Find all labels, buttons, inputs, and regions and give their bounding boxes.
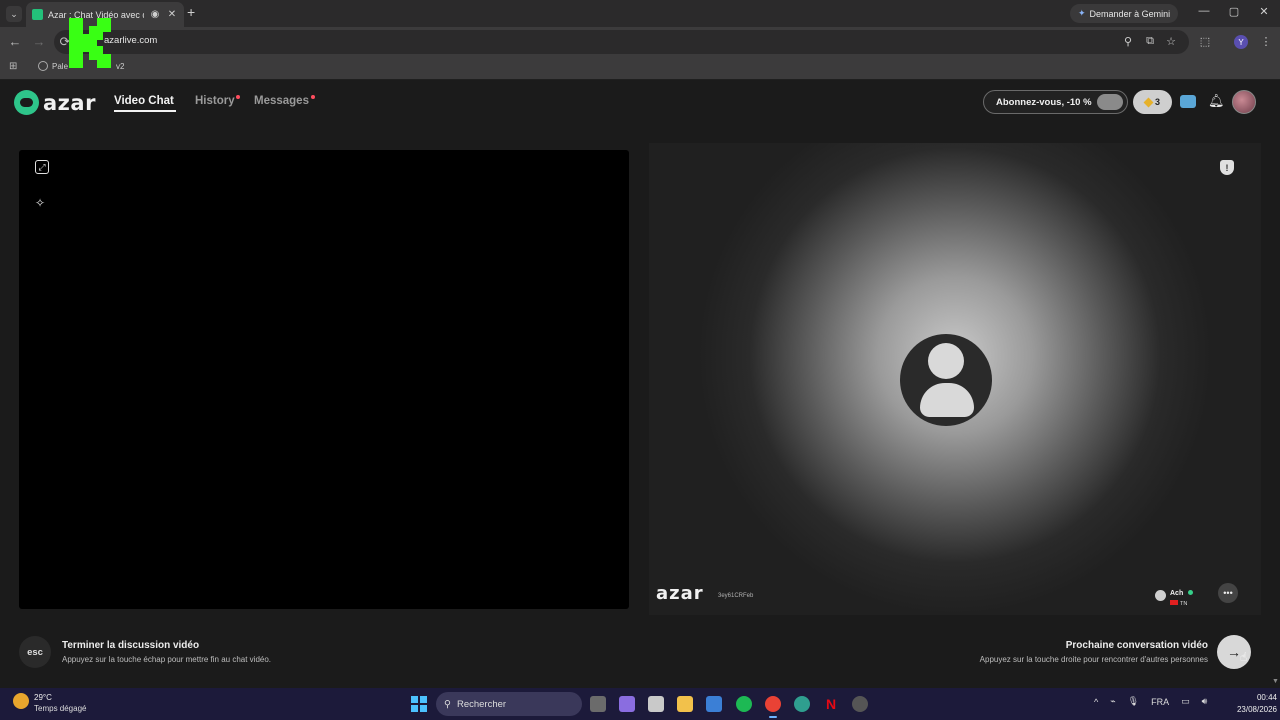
azar-app: azar Video Chat History Messages Abonnez… [0, 80, 1280, 688]
azar-wordmark: azar [43, 90, 96, 115]
display-icon[interactable]: ▭ [1181, 696, 1190, 707]
chat-bubble-icon[interactable] [1180, 95, 1196, 108]
bookmark-label: Pale [52, 61, 69, 71]
remote-user-country: TN [1180, 601, 1188, 607]
end-chat-title: Terminer la discussion vidéo [62, 640, 200, 651]
gemini-sparkle-icon: ✦ [1078, 8, 1086, 18]
nav-video-chat[interactable]: Video Chat [114, 95, 174, 107]
edge-icon[interactable] [794, 696, 810, 712]
zoom-icon[interactable]: ⚲ [1121, 35, 1135, 48]
task-view-icon[interactable] [590, 696, 606, 712]
file-explorer-icon[interactable] [677, 696, 693, 712]
azar-watermark: azar [656, 583, 704, 604]
chrome-icon[interactable] [765, 696, 781, 718]
nav-history[interactable]: History [195, 95, 235, 107]
bookmark-suffix: v2 [116, 61, 125, 71]
subscribe-label: Abonnez-vous, -10 % [996, 96, 1092, 108]
volume-icon[interactable]: 🔊︎ [1202, 696, 1208, 707]
system-tray: ^ ⌁ 🎙︎ FRA ▭ 🔊︎ [1094, 696, 1207, 707]
tray-chevron-icon[interactable]: ^ [1094, 697, 1098, 707]
tunisia-flag-icon [1170, 600, 1178, 605]
page-scrollbar[interactable] [1272, 80, 1280, 688]
tab-close-button[interactable]: ✕ [166, 9, 178, 21]
azar-logo[interactable]: azar [14, 90, 96, 115]
bell-icon[interactable]: 🔔︎ [1208, 93, 1225, 109]
history-notification-dot [236, 95, 240, 99]
gemini-label: Demander à Gemini [1089, 8, 1171, 19]
browser-tab-strip: ⌄ Azar : Chat Vidéo avec de n ◉ ✕ + ✦ De… [0, 0, 1280, 27]
scroll-down-arrow-icon[interactable]: ▼ [1272, 678, 1279, 685]
taskbar-search[interactable]: ⚲ Rechercher [436, 692, 582, 716]
new-tab-button[interactable]: + [187, 4, 195, 20]
browser-toolbar: ← → ⟳ azarlive.com ⚲ ⧉ ☆ ⬚ ⋮ [0, 27, 1280, 57]
weather-temperature: 29°C [34, 693, 52, 702]
copilot-icon[interactable] [619, 696, 635, 712]
next-chat-hint: Appuyez sur la touche droite pour rencon… [979, 655, 1208, 664]
tab-audio-icon[interactable]: ◉ [149, 9, 161, 21]
message-bubble-icon[interactable]: ••• [1218, 583, 1238, 603]
remote-user-name: Ach [1170, 590, 1184, 597]
next-chat-title: Prochaine conversation vidéo [1065, 640, 1208, 651]
azar-logo-icon [14, 90, 39, 115]
nav-active-underline [114, 110, 176, 112]
bookmarks-bar: ⊞ Pale v2 [0, 57, 1280, 79]
placeholder-head [928, 343, 964, 379]
netflix-icon[interactable]: N [823, 696, 839, 712]
extensions-icon[interactable]: ⬚ [1198, 35, 1212, 48]
user-avatar[interactable] [1232, 90, 1256, 114]
close-window-button[interactable]: ✕ [1256, 5, 1272, 18]
azar-favicon-icon [32, 9, 43, 20]
forward-arrow-icon[interactable]: → [32, 34, 46, 49]
self-video-feed [19, 150, 629, 609]
search-icon: ⚲ [444, 698, 451, 710]
spotify-icon[interactable] [736, 696, 752, 712]
ask-gemini-button[interactable]: ✦ Demander à Gemini [1070, 4, 1179, 23]
end-chat-esc-button[interactable]: esc [19, 636, 51, 668]
profile-avatar[interactable]: Y [1234, 35, 1248, 49]
menu-kebab-icon[interactable]: ⋮ [1259, 35, 1273, 48]
report-shield-icon[interactable]: ! [1220, 160, 1234, 175]
windows-start-icon[interactable] [411, 696, 427, 712]
address-bar[interactable] [54, 30, 1189, 54]
weather-description: Temps dégagé [34, 704, 87, 713]
user-icon [1155, 589, 1166, 601]
verified-badge-icon [1187, 590, 1193, 595]
weather-sun-icon[interactable] [13, 693, 29, 709]
minimize-button[interactable]: — [1196, 5, 1212, 17]
hand-cursor-icon: ☝ [1240, 650, 1248, 664]
apps-grid-icon[interactable]: ⊞ [9, 61, 17, 72]
cast-icon[interactable]: ⧉ [1143, 35, 1157, 48]
clock-time[interactable]: 00:44 [1247, 693, 1277, 702]
remote-user-info[interactable]: Ach TN [1155, 585, 1193, 607]
bookmark-star-icon[interactable]: ☆ [1164, 35, 1178, 48]
magic-wand-icon[interactable]: ✧ [35, 196, 45, 210]
remote-user-code: 3ey61CRFeb [718, 593, 754, 599]
windows-taskbar: 29°C Temps dégagé ⚲ Rechercher N ^ ⌁ 🎙︎ … [0, 688, 1280, 720]
nav-messages[interactable]: Messages [254, 95, 309, 107]
settings-gear-icon[interactable] [852, 696, 868, 712]
subscribe-cloud-icon [1097, 94, 1123, 110]
k-overlay-logo-icon [69, 18, 111, 68]
network-icon[interactable]: ⌁ [1110, 696, 1115, 707]
messages-notification-dot [311, 95, 315, 99]
maximize-button[interactable]: ▢ [1226, 5, 1242, 18]
store-icon[interactable] [648, 696, 664, 712]
back-arrow-icon[interactable]: ← [8, 34, 22, 49]
gems-balance-button[interactable]: 3 [1133, 90, 1172, 114]
gem-icon [1143, 97, 1154, 107]
tab-search-button[interactable]: ⌄ [6, 6, 22, 22]
end-chat-hint: Appuyez sur la touche échap pour mettre … [62, 655, 272, 664]
taskbar-search-placeholder: Rechercher [456, 698, 507, 710]
gems-count: 3 [1154, 97, 1160, 107]
globe-icon [38, 61, 48, 71]
microphone-icon[interactable]: 🎙︎ [1128, 696, 1139, 707]
clock-date[interactable]: 23/08/2026 [1235, 705, 1277, 714]
language-indicator[interactable]: FRA [1151, 697, 1169, 707]
mail-icon[interactable] [706, 696, 722, 712]
expand-icon[interactable]: ⤢ [35, 160, 49, 174]
